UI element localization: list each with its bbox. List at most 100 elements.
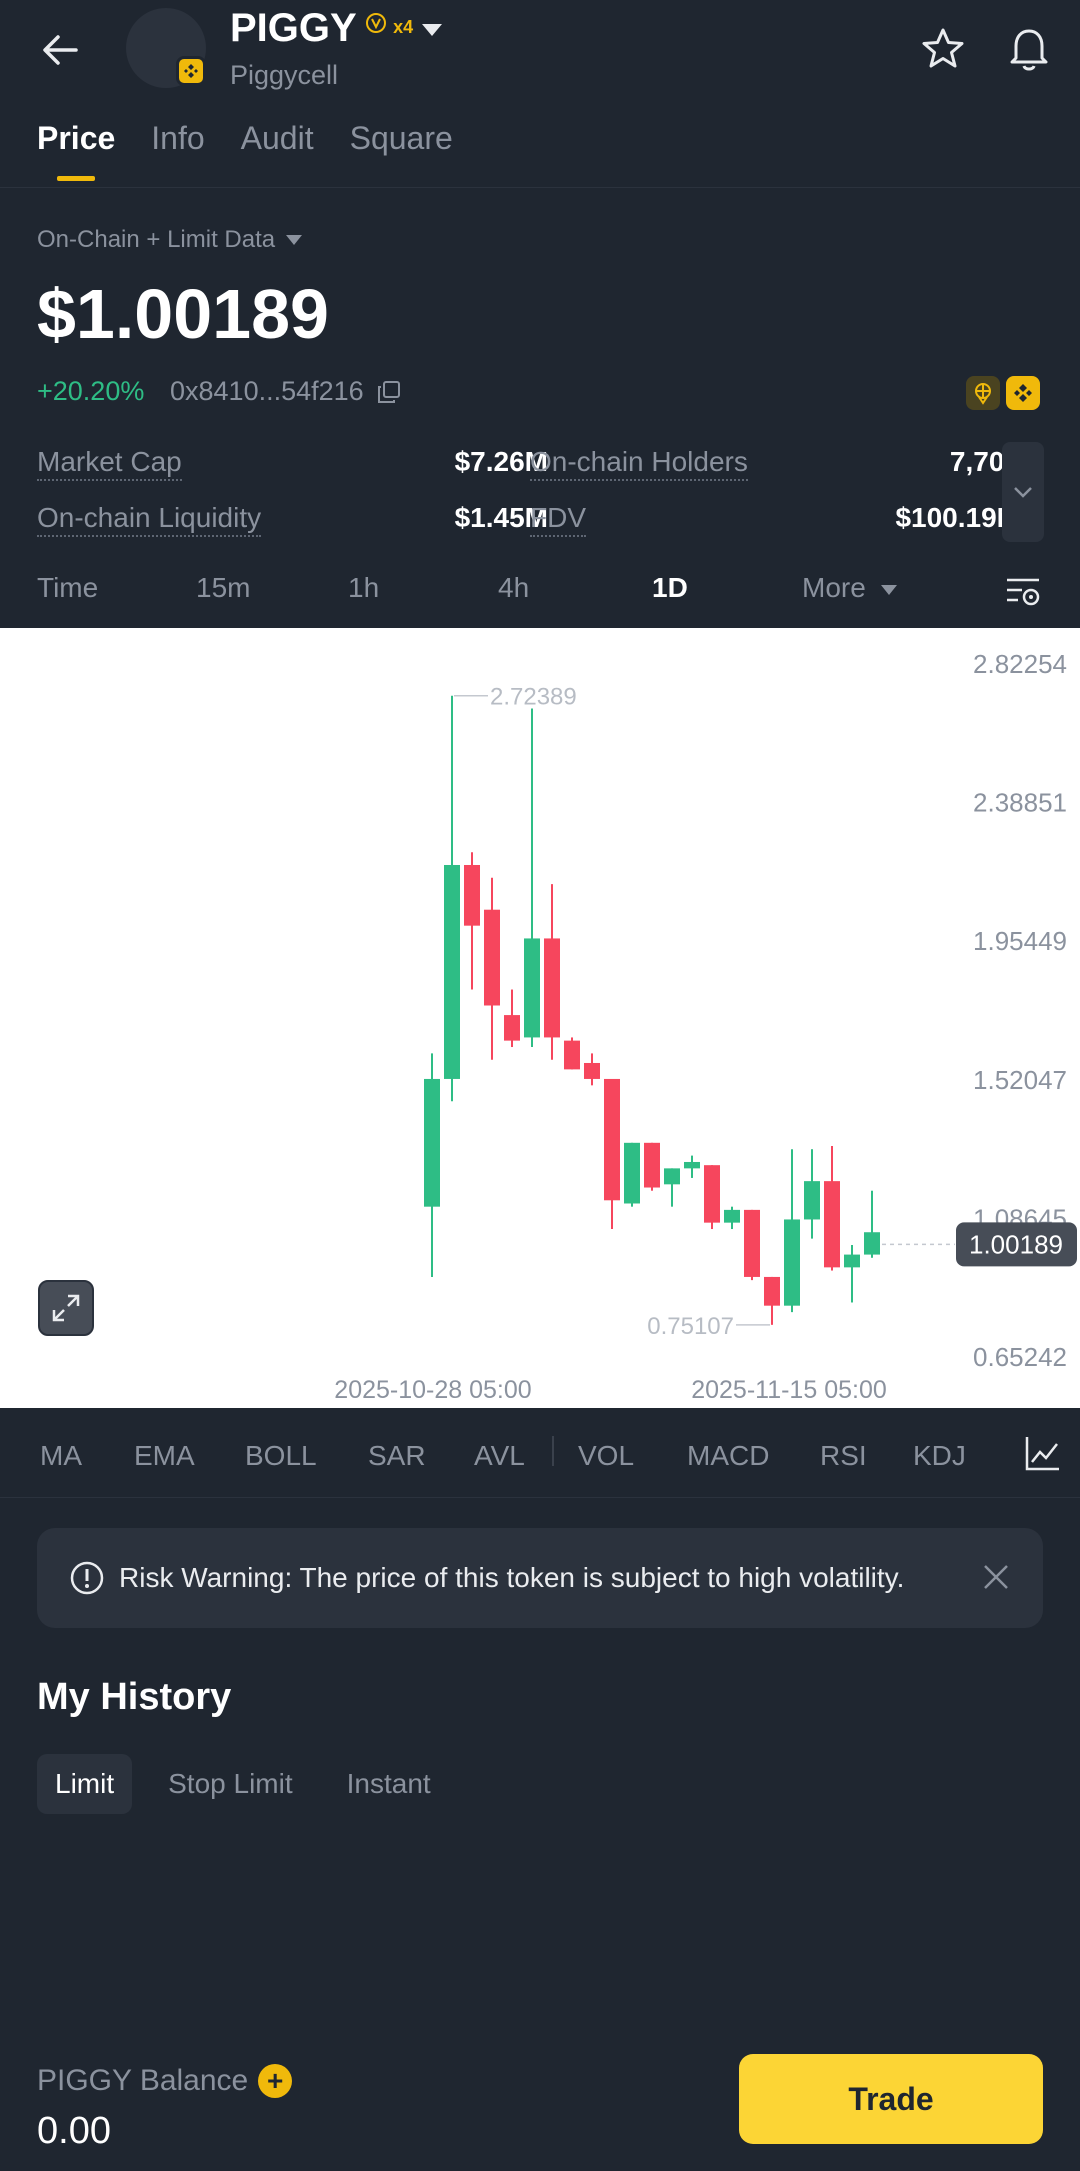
indicator-vol[interactable]: VOL bbox=[578, 1440, 634, 1472]
risk-warning-banner: Risk Warning: The price of this token is… bbox=[37, 1528, 1043, 1628]
y-tick-label: 0.65242 bbox=[973, 1342, 1067, 1372]
chain-icons bbox=[966, 376, 1040, 410]
candle-body bbox=[684, 1161, 700, 1169]
candle-body bbox=[424, 1078, 440, 1207]
back-button[interactable] bbox=[36, 24, 88, 76]
candle-body bbox=[444, 864, 460, 1079]
copy-icon[interactable] bbox=[376, 379, 402, 405]
indicator-ma[interactable]: MA bbox=[40, 1440, 82, 1472]
chart-settings-button[interactable] bbox=[1004, 572, 1042, 617]
risk-warning-text: Risk Warning: The price of this token is… bbox=[119, 1562, 905, 1593]
data-source-label: On-Chain + Limit Data bbox=[37, 226, 276, 253]
contract-address[interactable]: 0x8410...54f216 bbox=[170, 376, 402, 407]
interval-4h[interactable]: 4h bbox=[498, 572, 529, 604]
candle-body bbox=[824, 1181, 840, 1268]
star-icon bbox=[922, 28, 964, 68]
candle-body bbox=[584, 1062, 600, 1079]
stat-fdv-label[interactable]: FDV bbox=[530, 502, 586, 537]
stat-liquidity-label[interactable]: On-chain Liquidity bbox=[37, 502, 262, 537]
candle-body bbox=[464, 864, 480, 926]
candle-body bbox=[524, 938, 540, 1038]
current-price-label: 1.00189 bbox=[969, 1229, 1063, 1259]
chart-settings-icon bbox=[1007, 578, 1040, 606]
indicator-divider bbox=[0, 1497, 1080, 1498]
candle-body bbox=[864, 1232, 880, 1255]
expand-stats-button[interactable] bbox=[1002, 442, 1044, 542]
bnb-chain-badge-icon bbox=[176, 56, 206, 86]
y-tick-label: 1.52047 bbox=[973, 1065, 1067, 1095]
header-divider bbox=[0, 187, 1080, 188]
tab-info[interactable]: Info bbox=[151, 120, 204, 157]
caret-down-icon bbox=[422, 24, 442, 36]
low-price-label: 0.75107 bbox=[647, 1313, 734, 1340]
add-funds-icon[interactable]: + bbox=[258, 2064, 293, 2098]
candle-body bbox=[784, 1219, 800, 1306]
data-source-dropdown[interactable]: On-Chain + Limit Data bbox=[37, 226, 303, 254]
tab-square[interactable]: Square bbox=[350, 120, 453, 157]
arrow-left-icon bbox=[43, 35, 78, 65]
line-chart-icon bbox=[1025, 1437, 1059, 1471]
interval-1d[interactable]: 1D bbox=[652, 572, 688, 604]
indicator-macd[interactable]: MACD bbox=[687, 1440, 769, 1472]
balance-label: PIGGY Balance + bbox=[37, 2064, 293, 2098]
indicator-ema[interactable]: EMA bbox=[134, 1440, 195, 1472]
candle-body bbox=[484, 909, 500, 1006]
verified-badge: x4 bbox=[365, 12, 413, 38]
trade-button[interactable]: Trade bbox=[739, 2054, 1043, 2144]
history-tab-limit[interactable]: Limit bbox=[37, 1754, 133, 1814]
interval-15m[interactable]: 15m bbox=[196, 572, 250, 604]
indicator-bar: MA EMA BOLL SAR AVL VOL MACD RSI KDJ bbox=[0, 1410, 1080, 1498]
x-tick-label: 2025-11-15 05:00 bbox=[691, 1376, 887, 1404]
indicator-rsi[interactable]: RSI bbox=[820, 1440, 867, 1472]
candle-body bbox=[664, 1168, 680, 1185]
candle-body bbox=[624, 1142, 640, 1204]
interval-more[interactable]: More bbox=[802, 572, 898, 604]
expand-icon bbox=[52, 1294, 80, 1322]
history-tab-stop-limit[interactable]: Stop Limit bbox=[150, 1754, 311, 1814]
y-tick-label: 2.82254 bbox=[973, 649, 1067, 679]
indicator-settings-button[interactable] bbox=[1024, 1434, 1062, 1479]
indicator-sar[interactable]: SAR bbox=[368, 1440, 426, 1472]
tab-price[interactable]: Price bbox=[37, 120, 115, 181]
current-price: $1.00189 bbox=[37, 275, 329, 353]
candle-body bbox=[704, 1165, 720, 1223]
y-tick-label: 2.38851 bbox=[973, 788, 1067, 818]
candle-body bbox=[604, 1078, 620, 1201]
indicator-avl[interactable]: AVL bbox=[474, 1440, 525, 1472]
token-switch-dropdown[interactable] bbox=[420, 20, 444, 45]
audit-shield-icon[interactable] bbox=[966, 376, 1000, 410]
interval-1h[interactable]: 1h bbox=[348, 572, 379, 604]
close-icon[interactable] bbox=[981, 1562, 1011, 1592]
balance-value: 0.00 bbox=[37, 2110, 111, 2152]
history-tabs: Limit Stop Limit Instant bbox=[37, 1754, 449, 1814]
interval-time[interactable]: Time bbox=[37, 572, 98, 604]
history-tab-instant[interactable]: Instant bbox=[329, 1754, 449, 1814]
bnb-icon[interactable] bbox=[1006, 376, 1040, 410]
indicator-separator bbox=[552, 1436, 554, 1466]
balance-label-text: PIGGY Balance bbox=[37, 2064, 249, 2097]
interval-more-label: More bbox=[802, 572, 866, 603]
price-chart[interactable]: 2.82254 2.38851 1.95449 1.52047 1.08645 0.652… bbox=[0, 628, 1080, 1408]
stat-holders-label[interactable]: On-chain Holders bbox=[530, 446, 748, 481]
notification-button[interactable] bbox=[1004, 22, 1054, 79]
indicator-kdj[interactable]: KDJ bbox=[913, 1440, 966, 1472]
candlestick-chart[interactable]: 2.822542.388511.954491.520471.086450.652… bbox=[0, 628, 1080, 1408]
candle-body bbox=[744, 1209, 760, 1277]
token-full-name: Piggycell bbox=[230, 60, 339, 90]
history-title: My History bbox=[37, 1676, 232, 1718]
fullscreen-button[interactable] bbox=[38, 1280, 94, 1336]
info-icon bbox=[70, 1561, 104, 1595]
candle-body bbox=[724, 1209, 740, 1223]
candle-body bbox=[844, 1254, 860, 1268]
x-tick-label: 2025-10-28 05:00 bbox=[334, 1376, 531, 1404]
stat-market-cap-label[interactable]: Market Cap bbox=[37, 446, 182, 481]
high-price-label: 2.72389 bbox=[490, 684, 577, 711]
candle-body bbox=[644, 1142, 660, 1188]
token-name[interactable]: PIGGY bbox=[230, 6, 357, 51]
indicator-boll[interactable]: BOLL bbox=[245, 1440, 317, 1472]
candle-body bbox=[764, 1276, 780, 1306]
favorite-button[interactable] bbox=[918, 24, 968, 79]
y-tick-label: 1.95449 bbox=[973, 926, 1067, 956]
caret-down-icon bbox=[286, 235, 303, 245]
tab-audit[interactable]: Audit bbox=[241, 120, 314, 157]
